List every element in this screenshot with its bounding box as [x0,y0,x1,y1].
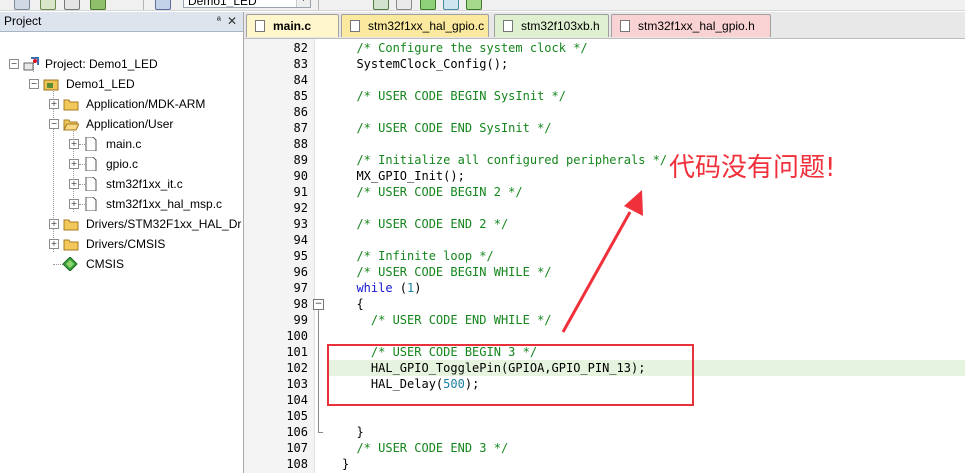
annotation-text: 代码没有问题! [669,153,836,183]
annotation-arrow [561,190,643,333]
